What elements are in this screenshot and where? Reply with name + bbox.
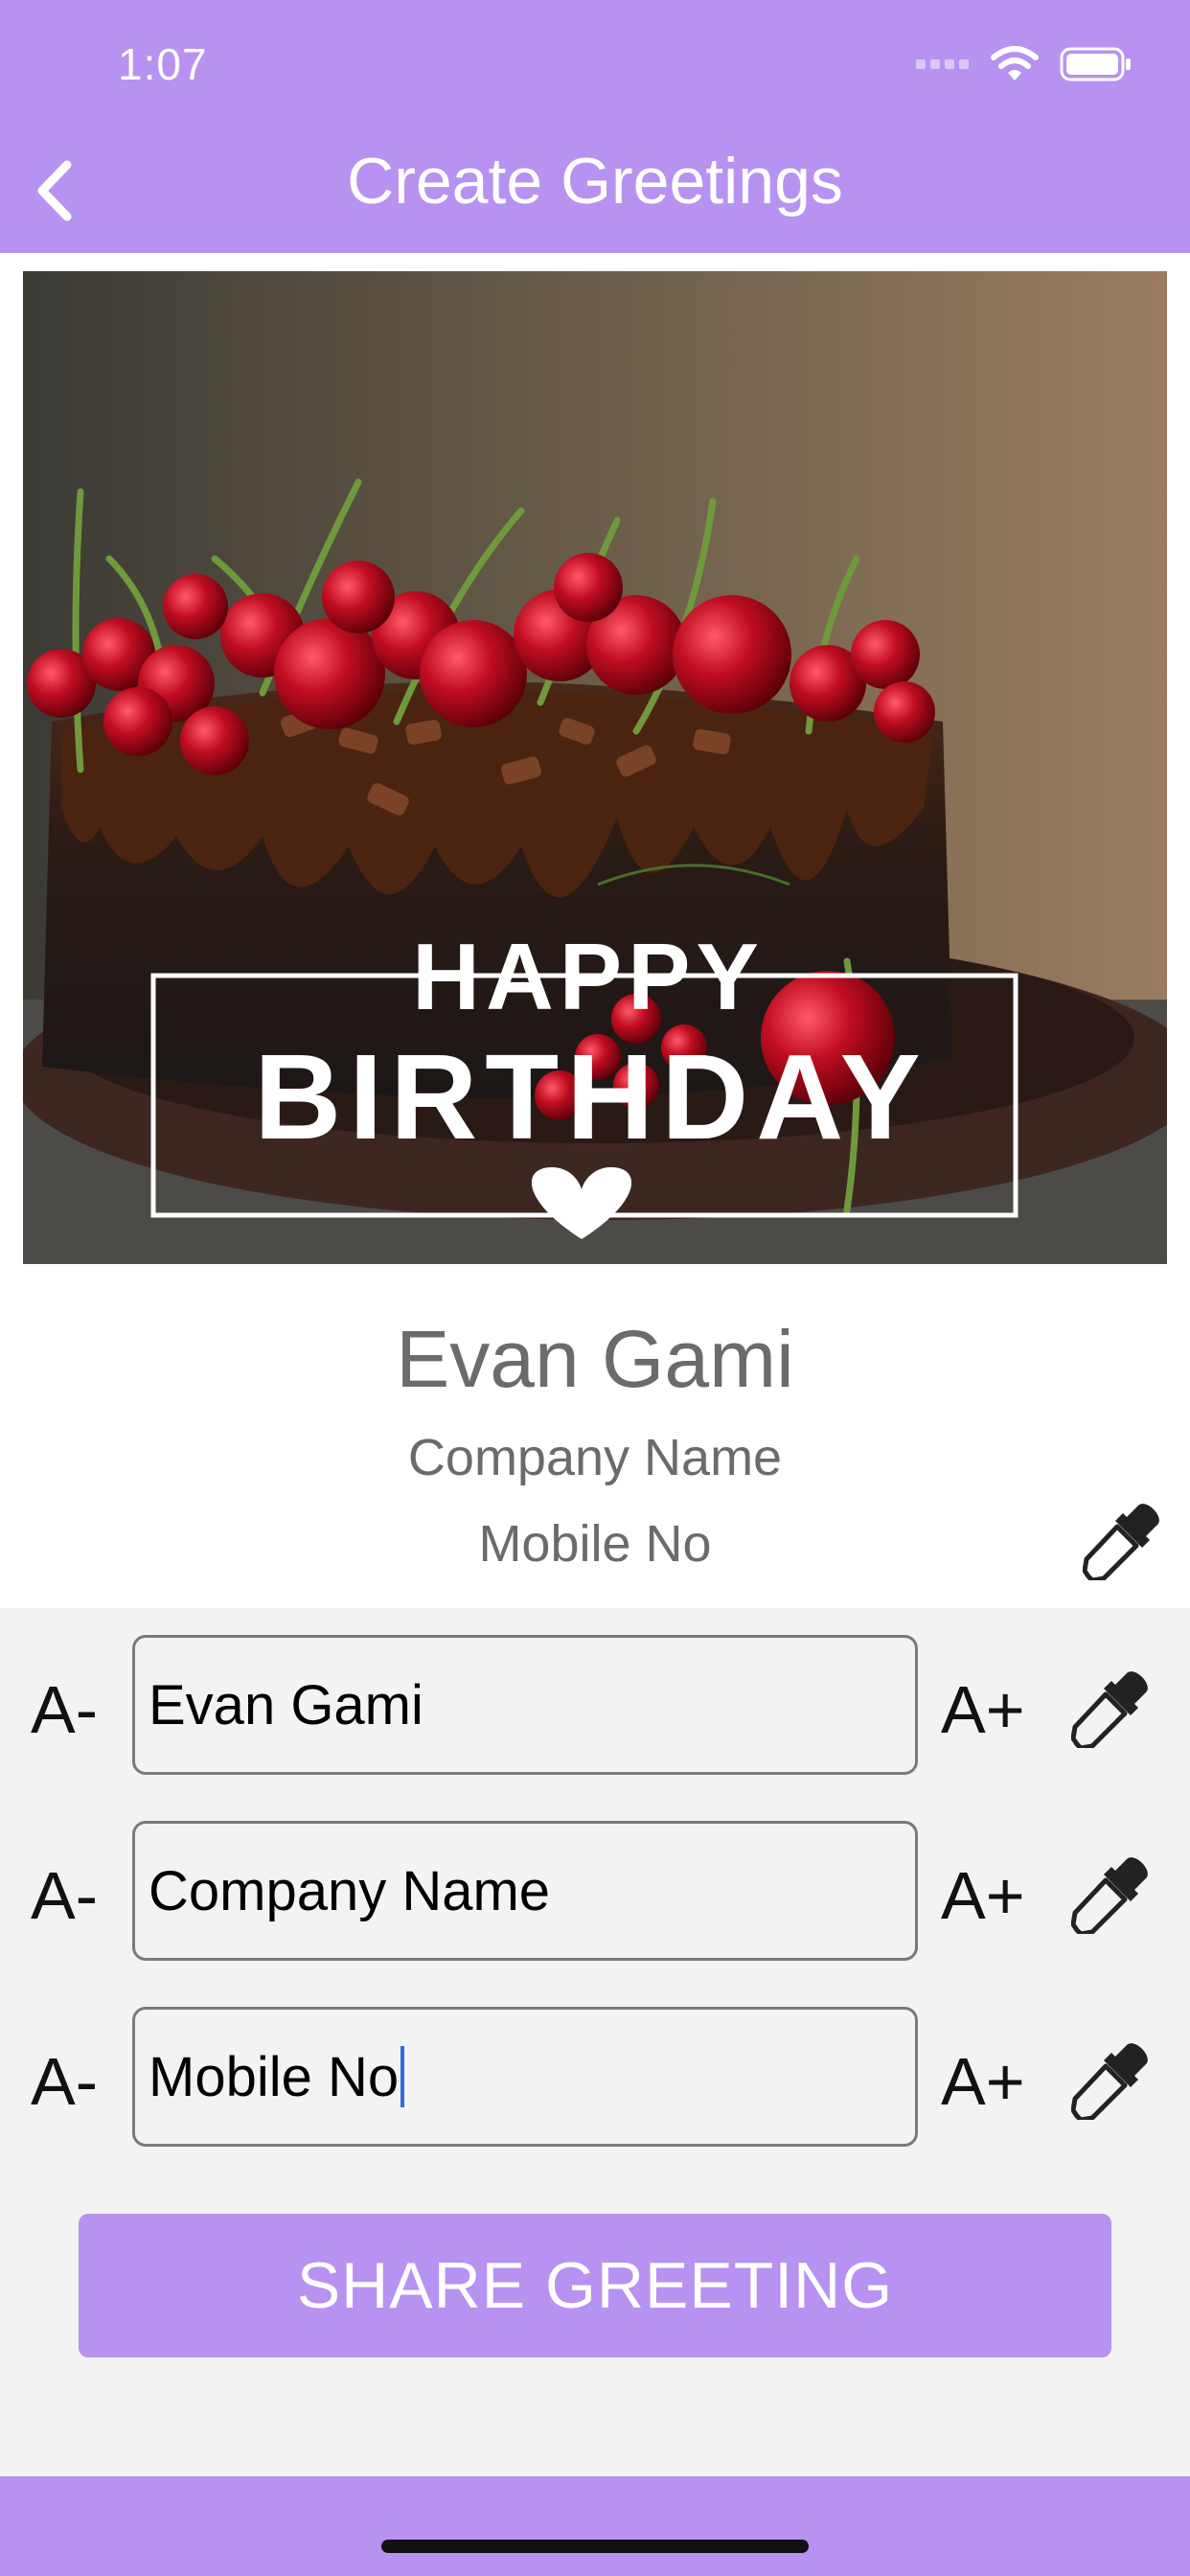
- home-indicator[interactable]: [381, 2540, 809, 2553]
- field-row-mobile: A- Mobile No A+: [0, 2007, 1190, 2150]
- increase-font-button[interactable]: A+: [941, 1671, 1025, 1748]
- status-bar: 1:07: [0, 0, 1190, 125]
- greeting-company: Company Name: [407, 1429, 783, 1486]
- bottom-bar: [0, 2476, 1190, 2576]
- eyedropper-icon[interactable]: [1071, 2039, 1152, 2120]
- decrease-font-button[interactable]: A-: [31, 1671, 98, 1748]
- greeting-mobile: Mobile No: [478, 1515, 712, 1573]
- page-title: Create Greetings: [347, 145, 843, 218]
- nav-bar: Create Greetings: [0, 125, 1190, 253]
- field-row-name: A- Evan Gami A+: [0, 1635, 1190, 1779]
- status-icons: [916, 46, 1133, 82]
- decrease-font-button[interactable]: A-: [31, 2043, 98, 2120]
- increase-font-button[interactable]: A+: [941, 1857, 1025, 1934]
- decrease-font-button[interactable]: A-: [31, 1857, 98, 1934]
- company-field[interactable]: Company Name: [132, 1821, 918, 1961]
- increase-font-button[interactable]: A+: [941, 2043, 1025, 2120]
- mobile-field[interactable]: Mobile No: [132, 2007, 918, 2147]
- eyedropper-icon[interactable]: [1071, 1853, 1152, 1934]
- eyedropper-icon[interactable]: [1071, 1668, 1152, 1748]
- name-field[interactable]: Evan Gami: [132, 1635, 918, 1775]
- eyedropper-icon[interactable]: [1083, 1500, 1163, 1580]
- banner-happy: HAPPY: [412, 924, 765, 1029]
- status-time: 1:07: [118, 39, 208, 89]
- share-greeting-button[interactable]: SHARE GREETING: [79, 2214, 1111, 2358]
- mobile-field-value: Mobile No: [149, 2045, 400, 2108]
- battery-icon: [1060, 47, 1131, 81]
- greeting-image: HAPPY BIRTHDAY: [23, 271, 1167, 1264]
- greeting-name: Evan Gami: [396, 1314, 794, 1404]
- banner-birthday: BIRTHDAY: [254, 1029, 927, 1164]
- signal-icon: [916, 59, 969, 69]
- wifi-icon: [991, 46, 1039, 80]
- field-row-company: A- Company Name A+: [0, 1821, 1190, 1965]
- text-caret: [400, 2046, 405, 2107]
